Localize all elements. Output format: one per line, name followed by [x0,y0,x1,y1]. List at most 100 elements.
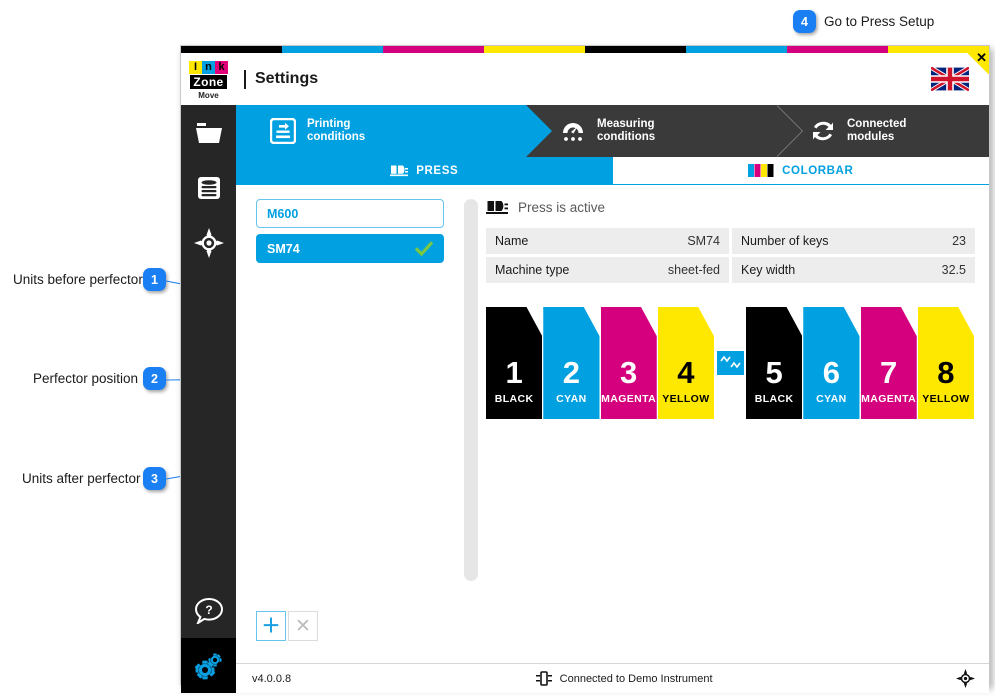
status-bar: v4.0.0.8 Connected to Demo Instrument [236,663,989,693]
screenshot-root: Units before perfector 1 Perfector posit… [0,0,995,697]
info-label: Number of keys [741,234,829,248]
logo-letter-i: I [189,60,202,74]
print-unit-1[interactable]: 1 BLACK [486,307,543,419]
app-logo: I n k Zone Move [181,53,236,105]
logo-ink-letters: I n k [189,60,228,74]
press-list-toolbar: ＋ ✕ [256,611,444,663]
press-status: Press is active [486,199,975,216]
print-units-row: 1 BLACK 2 CYAN 3 MAGENTA 4 YELLOW 5 BLAC… [486,301,975,419]
measuring-conditions-icon [560,118,586,144]
info-value: sheet-fed [667,263,720,277]
print-unit-color: CYAN [816,393,847,405]
content-area: Printing conditions Measuring conditions… [236,105,989,693]
step-connected-modules[interactable]: Connected modules [776,105,989,157]
step-printing-conditions-label: Printing conditions [307,117,366,144]
logo-letter-k: k [215,60,228,74]
title-area: Settings [236,53,931,105]
press-icon [486,199,508,216]
sidebar-item-jobs[interactable] [181,105,236,160]
print-unit-color: CYAN [556,393,587,405]
print-unit-8[interactable]: 8 YELLOW [917,307,974,419]
divider-handle[interactable] [464,199,478,581]
callout-badge-4[interactable]: 4 [793,10,816,33]
connected-modules-icon [810,118,836,144]
table-row: Number of keys 23 [732,228,975,254]
application-window: ✕ I n k Zone Move Settings ? Printing co… [180,45,990,693]
print-unit-number: 8 [937,355,955,390]
page-title: Settings [255,70,319,87]
main-panel: M600 SM74 ＋ ✕ Press is active Name SM74 … [236,185,989,663]
version-label: v4.0.0.8 [252,672,292,685]
window-body: ? Printing conditions Measuring conditio… [181,105,989,693]
callout-badge-2[interactable]: 2 [143,367,166,390]
info-label: Key width [741,263,796,277]
print-unit-number: 4 [677,355,695,390]
print-unit-3[interactable]: 3 MAGENTA [600,307,657,419]
database-icon [197,176,220,199]
table-row: Machine type sheet-fed [486,257,729,283]
callout-badge-3[interactable]: 3 [143,467,166,490]
delete-press-button: ✕ [288,611,318,641]
print-unit-color: MAGENTA [861,393,917,405]
svg-text:?: ? [205,603,212,617]
print-unit-6[interactable]: 6 CYAN [803,307,860,419]
info-label: Machine type [495,263,570,277]
sidebar-item-settings[interactable] [181,638,236,693]
callout-label-1: Units before perfector [13,272,143,287]
instrument-icon [535,671,553,686]
print-unit-number: 2 [562,355,580,390]
tab-colorbar[interactable]: COLORBAR [612,157,989,184]
wizard-steps: Printing conditions Measuring conditions… [236,105,989,157]
registration-status[interactable] [956,669,975,688]
left-sidebar: ? [181,105,236,693]
table-row: Key width 32.5 [732,257,975,283]
step-measuring-conditions-label: Measuring conditions [597,117,656,144]
step-connected-modules-label: Connected modules [847,117,907,144]
help-icon: ? [194,597,223,624]
print-unit-4[interactable]: 4 YELLOW [657,307,714,419]
press-list-item-m600[interactable]: M600 [256,199,444,228]
tab-bar: PRESS COLORBAR [236,157,989,185]
print-unit-7[interactable]: 7 MAGENTA [860,307,917,419]
print-unit-number: 1 [505,355,523,390]
close-button[interactable]: ✕ [967,50,989,75]
sidebar-item-registration[interactable] [181,215,236,270]
perfector-icon[interactable] [717,351,744,375]
callout-label-2: Perfector position [33,371,139,386]
callout-label-4: Go to Press Setup [824,14,935,29]
info-label: Name [495,234,529,248]
step-printing-conditions[interactable]: Printing conditions [236,105,552,157]
sidebar-item-database[interactable] [181,160,236,215]
print-unit-number: 3 [620,355,638,390]
print-unit-2[interactable]: 2 CYAN [543,307,600,419]
press-info-table: Name SM74 Machine type sheet-fed Number … [486,228,975,283]
press-list-item-sm74[interactable]: SM74 [256,234,444,263]
registration-target-icon [193,227,224,258]
tab-press[interactable]: PRESS [236,157,613,184]
folder-icon [195,122,222,143]
add-press-button[interactable]: ＋ [256,611,286,641]
connection-status: Connected to Demo Instrument [291,671,956,686]
callout-badge-1[interactable]: 1 [143,268,166,291]
print-unit-number: 6 [822,355,840,390]
perfector-glyph [719,355,741,369]
uk-flag-icon [931,67,969,91]
press-status-label: Press is active [518,200,606,215]
print-unit-color: MAGENTA [601,393,657,405]
sidebar-item-help[interactable]: ? [181,583,236,638]
print-unit-color: YELLOW [662,393,710,405]
connection-status-label: Connected to Demo Instrument [559,672,713,685]
press-icon [390,164,409,178]
window-header: I n k Zone Move Settings [181,53,989,105]
info-value: SM74 [687,234,720,248]
table-row: Name SM74 [486,228,729,254]
logo-letter-n: n [202,60,215,74]
tab-press-label: PRESS [416,164,459,177]
step-measuring-conditions[interactable]: Measuring conditions [526,105,803,157]
press-info-column-right: Number of keys 23 Key width 32.5 [732,228,975,283]
close-icon: ✕ [976,50,987,65]
print-unit-color: BLACK [494,393,534,405]
settings-gears-icon [194,653,221,679]
print-unit-5[interactable]: 5 BLACK [746,307,803,419]
press-list-item-sm74-label: SM74 [267,241,300,256]
